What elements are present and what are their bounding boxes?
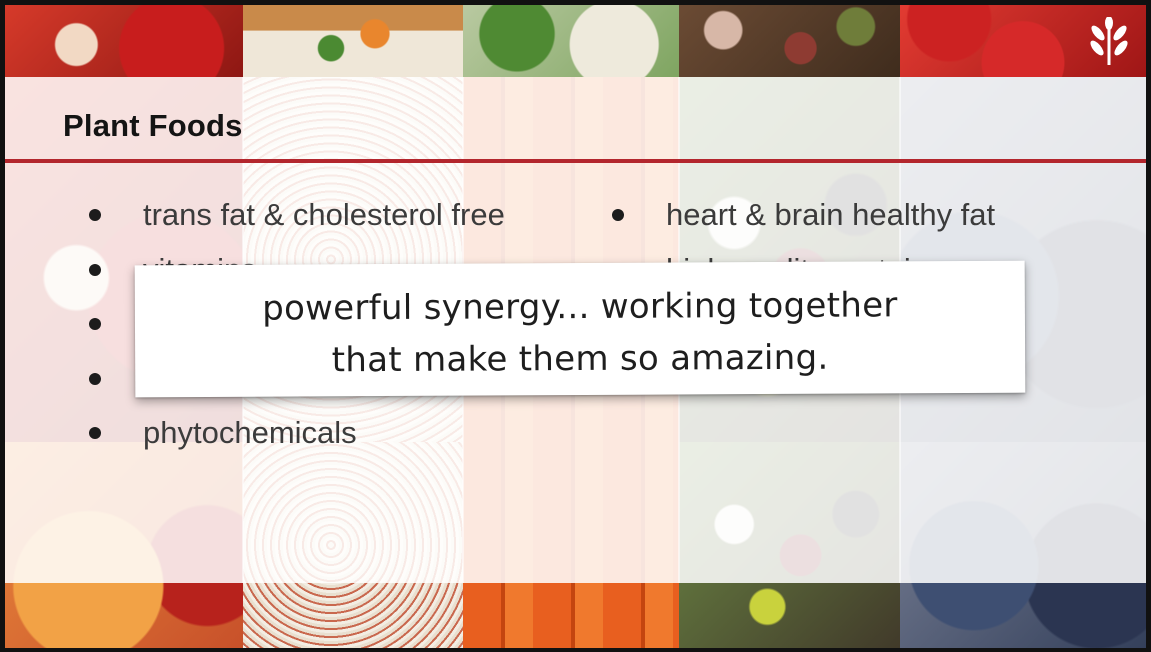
bullet-dot: [89, 318, 101, 330]
bullet-dot: [612, 209, 624, 221]
list-item: trans fat & cholesterol free: [89, 195, 505, 250]
slide-title: Plant Foods: [63, 108, 243, 143]
apple-photo: [5, 5, 243, 77]
slide: Plant Foods trans fat & cholesterol free…: [5, 5, 1146, 648]
title-underline: [5, 159, 1146, 163]
cauliflower-broccoli-photo: [463, 5, 679, 77]
bullet-dot: [89, 209, 101, 221]
bullet-dot: [89, 263, 101, 276]
list-item: phytochemicals: [89, 413, 505, 468]
bullet-dot: [89, 427, 101, 439]
list-item: heart & brain healthy fat: [612, 195, 995, 250]
rice-bowl-photo: [243, 5, 463, 77]
caption-box: powerful synergy... working together tha…: [134, 260, 1026, 398]
bullet-dot: [89, 372, 101, 385]
caption-line: that make them so amazing.: [331, 337, 829, 381]
beans-photo: [679, 5, 900, 77]
caption-line: powerful synergy... working together: [262, 285, 898, 329]
wheat-sprout-icon: [1090, 17, 1128, 65]
